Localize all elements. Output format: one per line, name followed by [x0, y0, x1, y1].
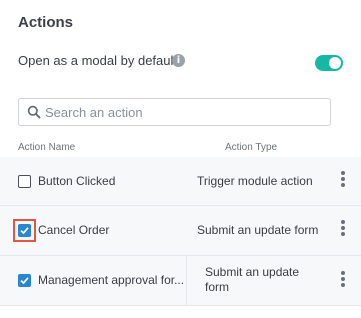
column-header-action-type: Action Type [225, 142, 278, 153]
row-checkbox[interactable] [18, 224, 31, 237]
checkmark-icon [20, 227, 29, 235]
search-input[interactable] [45, 103, 325, 121]
info-icon[interactable]: i [172, 54, 185, 67]
table-row[interactable]: Cancel Order Submit an update form [0, 206, 361, 256]
row-checkbox[interactable] [18, 175, 31, 188]
action-type: Submit an update form [197, 223, 319, 237]
modal-default-label: Open as a modal by default [18, 53, 177, 68]
action-name: Management approval for... [38, 273, 185, 287]
toggle-knob [329, 57, 341, 69]
more-options-icon[interactable] [341, 220, 346, 238]
more-options-icon[interactable] [341, 171, 346, 189]
table-row[interactable]: Button Clicked Trigger module action [0, 157, 361, 206]
modal-default-setting: Open as a modal by default i [18, 52, 343, 72]
search-icon [27, 105, 41, 119]
action-type-line-1: Submit an update [205, 265, 300, 279]
action-type-line-2: form [205, 280, 229, 294]
panel-title: Actions [18, 14, 74, 31]
actions-panel: Actions Open as a modal by default i Act… [0, 0, 361, 318]
more-options-icon[interactable] [341, 271, 346, 289]
modal-default-toggle[interactable] [315, 55, 343, 71]
action-type: Trigger module action [197, 174, 313, 188]
action-name: Button Clicked [38, 174, 116, 188]
checkmark-icon [20, 277, 29, 285]
action-search-box [18, 98, 331, 126]
table-row[interactable]: Management approval for... Submit an upd… [0, 256, 361, 306]
row-checkbox[interactable] [18, 274, 31, 287]
column-divider [186, 256, 187, 306]
action-name: Cancel Order [38, 223, 110, 237]
column-header-action-name: Action Name [18, 142, 76, 153]
